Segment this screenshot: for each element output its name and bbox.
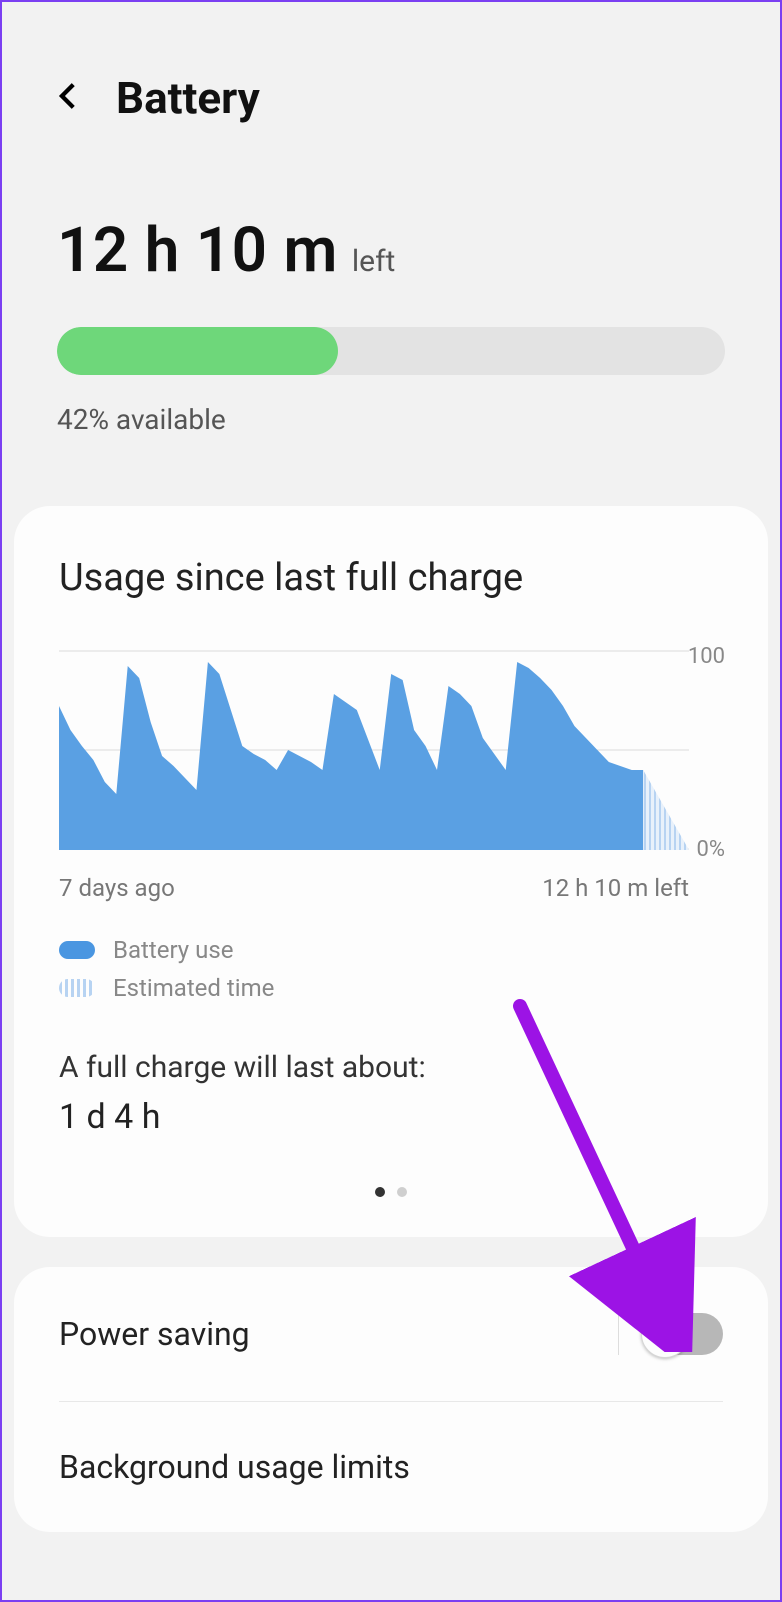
time-remaining-value: 12 h 10 m — [57, 214, 338, 287]
battery-available-label: 42% available — [57, 403, 725, 436]
header: Battery — [2, 2, 780, 154]
chart-x-end: 12 h 10 m left — [542, 874, 689, 902]
background-usage-limits-row[interactable]: Background usage limits — [59, 1401, 723, 1532]
power-saving-label: Power saving — [59, 1315, 250, 1353]
row-divider — [618, 1313, 619, 1355]
page-title: Battery — [116, 72, 260, 124]
full-charge-label: A full charge will last about: — [59, 1050, 723, 1085]
toggle-knob — [641, 1310, 689, 1358]
battery-usage-chart: 100 0% — [59, 650, 723, 860]
usage-card[interactable]: Usage since last full charge 100 0% 7 da… — [14, 506, 768, 1237]
chart-y-min: 0% — [697, 837, 725, 862]
power-saving-toggle[interactable] — [643, 1313, 723, 1355]
page-dot-1 — [375, 1187, 385, 1197]
page-dot-2 — [397, 1187, 407, 1197]
power-saving-row[interactable]: Power saving — [59, 1267, 723, 1401]
legend-swatch-battery-use — [59, 941, 95, 959]
battery-level-bar — [57, 327, 725, 375]
chart-x-start: 7 days ago — [59, 874, 175, 902]
battery-summary: 12 h 10 m left 42% available — [2, 154, 780, 476]
legend-label-estimated: Estimated time — [113, 974, 274, 1002]
page-indicator[interactable] — [59, 1187, 723, 1197]
chart-legend: Battery use Estimated time — [59, 936, 723, 1002]
legend-label-battery-use: Battery use — [113, 936, 233, 964]
usage-card-title: Usage since last full charge — [59, 556, 723, 600]
legend-swatch-estimated — [59, 979, 95, 997]
time-remaining-suffix: left — [352, 244, 395, 279]
full-charge-value: 1 d 4 h — [59, 1097, 723, 1137]
battery-level-fill — [57, 327, 338, 375]
settings-list: Power saving Background usage limits — [14, 1267, 768, 1532]
chart-y-max: 100 — [688, 644, 725, 669]
back-icon[interactable] — [52, 79, 86, 117]
background-usage-limits-label: Background usage limits — [59, 1448, 410, 1486]
